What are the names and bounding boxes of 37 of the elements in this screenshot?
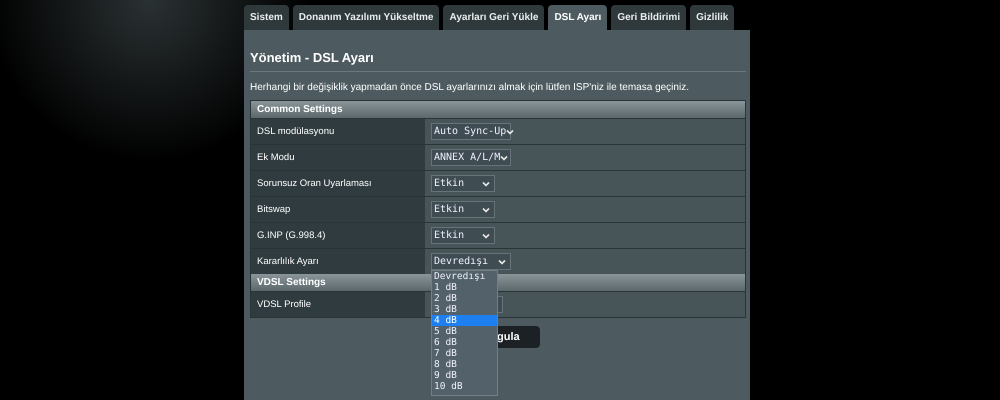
notice-text: Herhangi bir değişiklik yapmadan önce DSL ayarlarınızı almak için lütfen ISP'niz ile temasa geçiniz. bbox=[250, 82, 690, 94]
tab[interactable]: DSL Ayarı bbox=[548, 5, 608, 30]
dropdown-option[interactable]: 3 dB bbox=[432, 304, 497, 315]
select-field[interactable]: Devredışı bbox=[431, 253, 511, 270]
dropdown-option[interactable]: 10 dB bbox=[432, 381, 497, 392]
dropdown-option[interactable]: 2 dB bbox=[432, 293, 497, 304]
select-field[interactable]: Auto Sync-Up bbox=[431, 123, 511, 140]
dropdown-option[interactable]: 4 dB bbox=[432, 315, 497, 326]
chevron-icon bbox=[482, 232, 490, 238]
select-field[interactable]: ANNEX A/L/M bbox=[431, 149, 511, 166]
setting-label: Ek Modu bbox=[251, 145, 425, 170]
dropdown-option[interactable]: 7 dB bbox=[432, 348, 497, 359]
chevron-icon bbox=[498, 258, 506, 264]
chevron-icon bbox=[482, 206, 490, 212]
chevron-icon bbox=[500, 154, 508, 160]
page-title: Yönetim - DSL Ayarı bbox=[250, 49, 375, 64]
dropdown-option[interactable]: 1 dB bbox=[432, 282, 497, 293]
setting-label: VDSL Profile bbox=[251, 292, 425, 317]
tab[interactable]: Sistem bbox=[244, 5, 289, 30]
setting-label: Bitswap bbox=[251, 197, 425, 222]
select-field[interactable]: Etkin bbox=[431, 201, 495, 218]
setting-label: Kararlılık Ayarı bbox=[251, 249, 425, 274]
setting-label: G.INP (G.998.4) bbox=[251, 223, 425, 248]
tab[interactable]: Gizlilik bbox=[690, 5, 734, 30]
setting-label: DSL modülasyonu bbox=[251, 119, 425, 144]
dropdown-option[interactable]: 8 dB bbox=[432, 359, 497, 370]
tab[interactable]: Donanım Yazılımı Yükseltme bbox=[292, 5, 440, 30]
tab[interactable]: Ayarları Geri Yükle bbox=[443, 5, 544, 30]
section-header: Common Settings bbox=[251, 101, 745, 118]
dropdown-option[interactable]: 9 dB bbox=[432, 370, 497, 381]
dropdown-option[interactable]: Devredışı bbox=[432, 271, 497, 282]
select-field[interactable]: Etkin bbox=[431, 227, 495, 244]
chevron-icon bbox=[506, 128, 514, 134]
setting-label: Sorunsuz Oran Uyarlaması bbox=[251, 171, 425, 196]
chevron-icon bbox=[482, 180, 490, 186]
tab[interactable]: Geri Bildirimi bbox=[611, 5, 686, 30]
select-field[interactable]: Etkin bbox=[431, 175, 495, 192]
